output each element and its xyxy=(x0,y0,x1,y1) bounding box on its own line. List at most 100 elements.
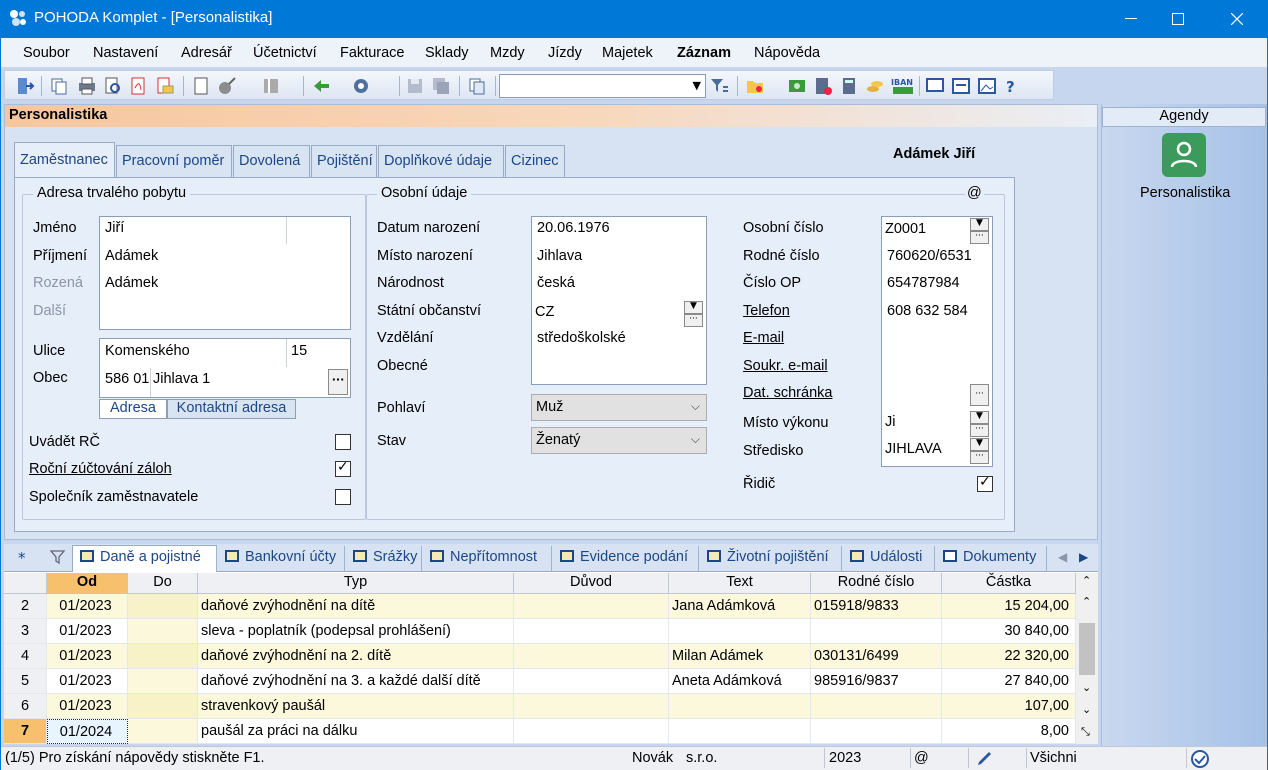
scroll-up-icon[interactable]: ⌃ xyxy=(1082,595,1091,608)
tab-pojisteni[interactable]: Pojištění xyxy=(311,145,377,177)
menu-ucetnictvi[interactable]: Účetnictví xyxy=(253,45,317,61)
scroll-thumb[interactable] xyxy=(1079,623,1095,675)
rodne-cislo-input[interactable]: 760620/6531 xyxy=(887,248,972,264)
calculator-icon[interactable] xyxy=(839,76,859,96)
telefon-input[interactable]: 608 632 584 xyxy=(887,303,968,319)
grid-cell-castka[interactable]: 15 204,00 xyxy=(942,594,1076,619)
grid-cell-do[interactable] xyxy=(128,719,198,744)
grid-cell-castka[interactable]: 8,00 xyxy=(942,719,1076,744)
col-castka[interactable]: Částka xyxy=(942,573,1076,594)
cash-icon[interactable] xyxy=(787,76,807,96)
back-arrow-icon[interactable] xyxy=(311,76,331,96)
grid-cell-castka[interactable]: 22 320,00 xyxy=(942,644,1076,669)
quick-search-combo[interactable]: ▼ xyxy=(499,74,706,98)
grid-cell-do[interactable] xyxy=(128,694,198,719)
tab-udalosti[interactable]: Události xyxy=(842,546,935,572)
soukr-email-link[interactable]: Soukr. e-mail xyxy=(743,358,828,374)
statni-obcanstvi-input[interactable]: CZ xyxy=(535,304,554,320)
grid-cell-rc[interactable] xyxy=(811,694,942,719)
obec-lookup-button[interactable]: ··· xyxy=(328,369,348,395)
telefon-link[interactable]: Telefon xyxy=(743,303,790,319)
duplicate-icon[interactable] xyxy=(467,76,487,96)
tab-evidence-podani[interactable]: Evidence podání xyxy=(552,546,699,572)
grid-cell-duvod[interactable] xyxy=(514,644,669,669)
grid-cell-text[interactable] xyxy=(669,619,811,644)
copy-icon[interactable] xyxy=(49,76,69,96)
grid-cell-od[interactable]: 01/2023 xyxy=(47,644,128,669)
window-list-icon[interactable] xyxy=(951,76,971,96)
grid-cell-castka[interactable]: 30 840,00 xyxy=(942,619,1076,644)
grid-cell-od[interactable]: 01/2023 xyxy=(47,619,128,644)
col-typ[interactable]: Typ xyxy=(198,573,514,594)
help-icon[interactable]: ? xyxy=(1003,76,1023,96)
row-number[interactable]: 3 xyxy=(4,619,47,644)
grid-cell-typ[interactable]: sleva - poplatník (podepsal prohlášení) xyxy=(198,619,514,644)
grid-cell-typ[interactable]: paušál za práci na dálku xyxy=(198,719,514,744)
vzdelani-input[interactable]: středoškolské xyxy=(537,330,626,346)
grid-cell-rc[interactable] xyxy=(811,619,942,644)
cislo-op-input[interactable]: 654787984 xyxy=(887,275,960,291)
row-number[interactable]: 4 xyxy=(4,644,47,669)
edit-icon[interactable] xyxy=(217,76,237,96)
osobni-cislo-input[interactable]: Z0001 xyxy=(885,221,926,237)
grid-cell-od[interactable]: 01/2023 xyxy=(47,694,128,719)
grid-scrollbar[interactable]: ⌃ ⌃ ⌄ ⌄ ⤡ xyxy=(1076,573,1098,744)
stredisko-lookup-button[interactable]: ··· xyxy=(970,451,989,464)
calculator-percent-icon[interactable] xyxy=(813,76,833,96)
preview-icon[interactable] xyxy=(103,76,123,96)
tab-pracovni-pomer[interactable]: Pracovní poměr xyxy=(116,145,232,177)
menu-soubor[interactable]: Soubor xyxy=(23,45,70,61)
email-link[interactable]: E-mail xyxy=(743,330,784,346)
save-icon[interactable] xyxy=(405,76,425,96)
misto-vykonu-dropdown-button[interactable]: ▼ xyxy=(970,411,989,424)
rozena-input[interactable]: Adámek xyxy=(105,275,158,291)
menu-napoveda[interactable]: Nápověda xyxy=(754,45,820,61)
grid-cell-text[interactable] xyxy=(669,719,811,744)
grid-cell-do[interactable] xyxy=(128,619,198,644)
grid-cell-duvod[interactable] xyxy=(514,619,669,644)
scroll-top-icon[interactable]: ⌃ xyxy=(1082,574,1091,587)
tab-bankovni-ucty[interactable]: Bankovní účty xyxy=(217,546,345,572)
dat-schranka-lookup-button[interactable]: ··· xyxy=(970,384,989,406)
obcanstvi-lookup-button[interactable]: ··· xyxy=(684,314,703,327)
pohoda-app-icon[interactable] xyxy=(8,8,28,28)
menu-fakturace[interactable]: Fakturace xyxy=(340,45,404,61)
resize-icon[interactable]: ⤡ xyxy=(1081,725,1090,739)
col-text[interactable]: Text xyxy=(669,573,811,594)
psc-input[interactable]: 586 01 xyxy=(105,371,149,387)
scroll-down-icon[interactable]: ⌄ xyxy=(1082,681,1091,694)
coins-icon[interactable] xyxy=(865,76,885,96)
obec-input[interactable]: Jihlava 1 xyxy=(153,371,210,387)
scroll-bottom-icon[interactable]: ⌄ xyxy=(1082,703,1091,716)
pohlavi-select[interactable]: Muž ⌵ xyxy=(531,394,707,421)
status-email-at[interactable]: @ xyxy=(914,750,929,766)
grid-cell-duvod[interactable] xyxy=(514,694,669,719)
grid-cell-duvod[interactable] xyxy=(514,669,669,694)
row-number[interactable]: 7 xyxy=(4,719,47,744)
check-circle-icon[interactable] xyxy=(1190,749,1210,769)
dat-schranka-link[interactable]: Dat. schránka xyxy=(743,385,832,401)
tab-dokumenty[interactable]: Dokumenty xyxy=(935,546,1047,572)
pdf-icon[interactable] xyxy=(129,76,149,96)
grid-cell-typ[interactable]: stravenkový paušál xyxy=(198,694,514,719)
iban-icon[interactable]: IBAN xyxy=(891,76,915,96)
close-button[interactable] xyxy=(1214,0,1260,38)
personalistika-agenda-button[interactable] xyxy=(1162,133,1206,177)
osobni-cislo-dropdown-button[interactable]: ▼ xyxy=(970,218,989,231)
datum-narozeni-input[interactable]: 20.06.1976 xyxy=(537,220,610,236)
grid-cell-duvod[interactable] xyxy=(514,594,669,619)
exit-icon[interactable] xyxy=(15,76,35,96)
filter-icon[interactable] xyxy=(709,76,729,96)
menu-jizdy[interactable]: Jízdy xyxy=(548,45,582,61)
grid-cell-typ[interactable]: daňové zvýhodnění na 2. dítě xyxy=(198,644,514,669)
menu-adresar[interactable]: Adresář xyxy=(181,45,232,61)
col-od[interactable]: Od xyxy=(47,573,128,594)
print-icon[interactable] xyxy=(77,76,97,96)
columns-icon[interactable] xyxy=(261,76,281,96)
grid-cell-text[interactable]: Aneta Adámková xyxy=(669,669,811,694)
tab-adresa[interactable]: Adresa xyxy=(99,399,167,419)
ulice-input[interactable]: Komenského xyxy=(105,343,190,359)
status-filter[interactable]: Všichni xyxy=(1030,750,1077,766)
row-number[interactable]: 5 xyxy=(4,669,47,694)
stav-select[interactable]: Ženatý ⌵ xyxy=(531,427,707,454)
